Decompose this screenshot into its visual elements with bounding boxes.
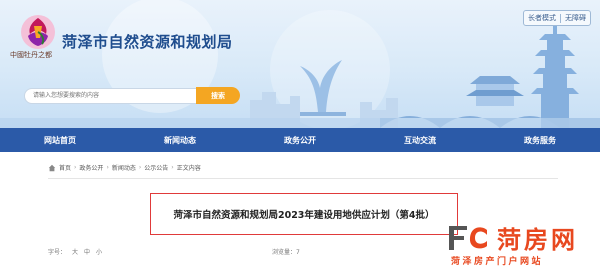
font-size-small[interactable]: 小 — [96, 247, 102, 256]
elder-mode-link[interactable]: 长者模式 — [524, 13, 560, 23]
watermark: 菏房网 菏泽房产门户网站 — [447, 222, 597, 268]
peony-logo-icon — [21, 15, 55, 49]
breadcrumb-item-gov-affairs[interactable]: 政务公开 — [79, 163, 103, 172]
view-count: 浏览量：7 — [272, 247, 300, 256]
fc-logo-icon — [449, 226, 487, 250]
site-title[interactable]: 菏泽市自然资源和规划局 — [62, 31, 233, 52]
font-size-label: 字号： — [48, 249, 67, 256]
header-banner: 中國牡丹之都 菏泽市自然资源和规划局 长者模式 无障碍 搜索 — [0, 0, 600, 128]
breadcrumb-separator: › — [138, 164, 142, 171]
breadcrumb-item-news[interactable]: 新闻动态 — [112, 163, 136, 172]
view-count-label: 浏览量： — [272, 249, 297, 256]
font-size-large[interactable]: 大 — [72, 247, 78, 256]
home-icon — [48, 164, 56, 171]
nav-item-services[interactable]: 政务服务 — [480, 128, 600, 152]
logo-caption: 中國牡丹之都 — [10, 51, 52, 59]
breadcrumb-item-home[interactable]: 首页 — [59, 163, 71, 172]
breadcrumb-item-current: 正文内容 — [176, 165, 201, 172]
breadcrumb: 首页 › 政务公开 › 新闻动态 › 公示公告 › 正文内容 — [48, 163, 201, 172]
breadcrumb-separator: › — [106, 164, 109, 171]
breadcrumb-divider — [48, 178, 558, 179]
view-count-value: 7 — [296, 249, 300, 256]
city-skyline-illustration — [0, 0, 600, 128]
breadcrumb-item-notices[interactable]: 公示公告 — [144, 163, 168, 172]
nav-item-gov-affairs[interactable]: 政务公开 — [240, 128, 360, 152]
accessibility-mode-bar: 长者模式 无障碍 — [523, 10, 591, 26]
article-title: 菏泽市自然资源和规划局2023年建设用地供应计划（第4批） — [150, 193, 458, 235]
font-size-controls: 字号： 大 中 小 — [48, 247, 102, 256]
nav-item-interaction[interactable]: 互动交流 — [360, 128, 480, 152]
font-size-medium[interactable]: 中 — [84, 247, 90, 256]
breadcrumb-separator: › — [74, 164, 77, 171]
search-button[interactable]: 搜索 — [196, 87, 240, 104]
watermark-brand: 菏房网 — [497, 226, 578, 254]
watermark-subtitle: 菏泽房产门户网站 — [451, 257, 544, 267]
search-input[interactable] — [24, 88, 206, 104]
main-nav: 网站首页 新闻动态 政务公开 互动交流 政务服务 — [0, 128, 600, 152]
breadcrumb-separator: › — [171, 164, 174, 171]
nav-item-news[interactable]: 新闻动态 — [120, 128, 240, 152]
nav-item-home[interactable]: 网站首页 — [0, 128, 120, 152]
accessible-mode-link[interactable]: 无障碍 — [561, 13, 590, 23]
